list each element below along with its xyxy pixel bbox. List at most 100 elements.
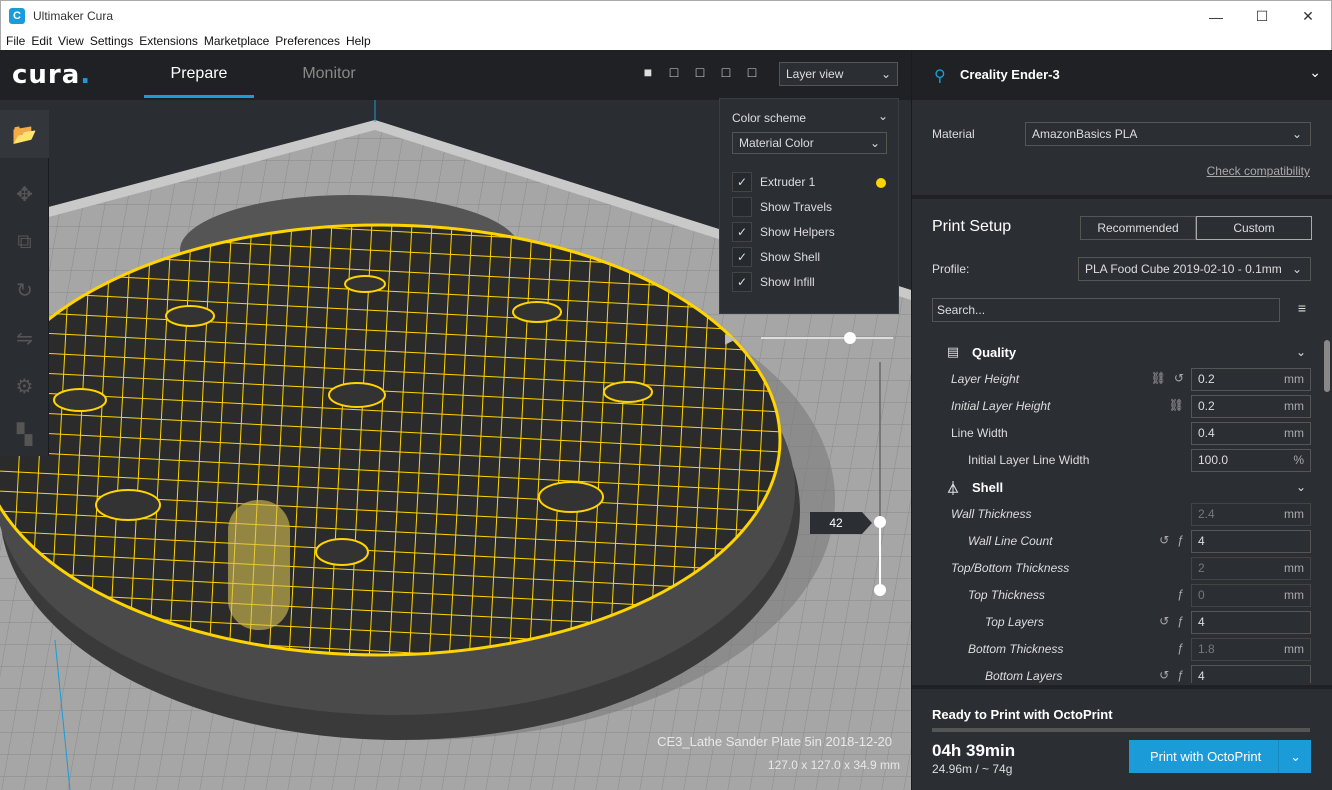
chevron-down-icon: ⌄ bbox=[1291, 262, 1302, 276]
layer-slider-lower-handle[interactable] bbox=[874, 584, 886, 596]
3d-view-icon[interactable]: ■ bbox=[640, 64, 656, 80]
chevron-down-icon[interactable]: ⌄ bbox=[1290, 740, 1301, 773]
setting-label: Top/Bottom Thickness bbox=[951, 561, 1070, 575]
wall-thickness-input[interactable]: 2.4 mm bbox=[1191, 503, 1311, 526]
menu-file[interactable]: File bbox=[3, 34, 28, 48]
option-show-helpers[interactable]: ✓ Show Helpers bbox=[732, 221, 835, 243]
path-slider-handle[interactable] bbox=[844, 332, 856, 344]
wall-line-count-input[interactable]: 4 bbox=[1191, 530, 1311, 553]
ready-status: Ready to Print with OctoPrint bbox=[932, 707, 1113, 722]
reset-icon[interactable]: ↺ bbox=[1174, 371, 1184, 385]
option-extruder-1[interactable]: ✓ Extruder 1 bbox=[732, 171, 815, 193]
per-model-settings-icon[interactable]: ⚙ bbox=[0, 362, 49, 410]
category-shell[interactable]: ⏃ Shell bbox=[942, 475, 1003, 499]
function-icon[interactable]: ƒ bbox=[1177, 587, 1184, 601]
chevron-down-icon[interactable]: ⌄ bbox=[1296, 480, 1306, 494]
print-time: 04h 39min bbox=[932, 741, 1016, 760]
settings-visibility-menu-icon[interactable]: ≡ bbox=[1298, 300, 1306, 316]
front-view-icon[interactable]: □ bbox=[666, 64, 682, 80]
reset-icon[interactable]: ↺ bbox=[1159, 614, 1169, 628]
function-icon[interactable]: ƒ bbox=[1177, 533, 1184, 547]
custom-mode-button[interactable]: Custom bbox=[1196, 216, 1312, 240]
setting-row: Bottom Thickness ƒ 1.8 mm bbox=[912, 636, 1324, 663]
current-layer-input[interactable]: 42 bbox=[810, 512, 872, 534]
line-width-input[interactable]: 0.4 mm bbox=[1191, 422, 1311, 445]
top-view-icon[interactable]: □ bbox=[692, 64, 708, 80]
reset-icon[interactable]: ↺ bbox=[1159, 668, 1169, 682]
bottom-thickness-input[interactable]: 1.8 mm bbox=[1191, 638, 1311, 661]
checkbox[interactable]: ✓ bbox=[732, 247, 752, 267]
check-compatibility-link[interactable]: Check compatibility bbox=[1207, 164, 1310, 178]
bottom-layers-input[interactable]: 4 bbox=[1191, 665, 1311, 683]
chevron-down-icon[interactable]: ⌄ bbox=[1296, 345, 1306, 359]
layer-view-panel: Color scheme ⌄ Material Color ⌄ ✓ Extruder… bbox=[719, 98, 899, 314]
settings-scrollbar[interactable] bbox=[1324, 340, 1330, 392]
setting-label: Wall Thickness bbox=[951, 507, 1032, 521]
menu-edit[interactable]: Edit bbox=[28, 34, 55, 48]
right-view-icon[interactable]: □ bbox=[744, 64, 760, 80]
cura-logo: cura. bbox=[12, 60, 92, 90]
option-show-infill[interactable]: ✓ Show Infill bbox=[732, 271, 815, 293]
reset-icon[interactable]: ↺ bbox=[1159, 533, 1169, 547]
collapse-chevron-icon[interactable]: ⌄ bbox=[878, 109, 888, 123]
menu-view[interactable]: View bbox=[55, 34, 87, 48]
link-icon[interactable]: ⛓ bbox=[1169, 398, 1184, 412]
maximize-button[interactable]: ☐ bbox=[1239, 1, 1285, 32]
menu-marketplace[interactable]: Marketplace bbox=[201, 34, 272, 48]
function-icon[interactable]: ƒ bbox=[1177, 614, 1184, 628]
view-type-select[interactable]: Layer view ⌄ bbox=[779, 62, 898, 86]
option-show-travels[interactable]: Show Travels bbox=[732, 196, 832, 218]
link-icon[interactable]: ⛓ bbox=[1151, 371, 1166, 385]
menu-help[interactable]: Help bbox=[343, 34, 374, 48]
setting-label: Top Layers bbox=[985, 615, 1044, 629]
play-icon[interactable]: ▶ bbox=[725, 330, 736, 347]
function-icon[interactable]: ƒ bbox=[1177, 668, 1184, 682]
settings-search-input[interactable]: Search... bbox=[932, 298, 1280, 322]
progress-bar bbox=[932, 728, 1310, 732]
scale-tool-icon[interactable]: ⧉ bbox=[0, 218, 49, 266]
initial-layer-line-width-input[interactable]: 100.0% bbox=[1191, 449, 1311, 472]
layer-slider-upper-handle[interactable] bbox=[874, 516, 886, 528]
layer-slider-range bbox=[879, 522, 881, 590]
printer-selector[interactable]: ⚲ Creality Ender-3 ⌄ bbox=[912, 50, 1332, 100]
checkbox[interactable]: ✓ bbox=[732, 172, 752, 192]
checkbox[interactable]: ✓ bbox=[732, 222, 752, 242]
option-show-shell[interactable]: ✓ Show Shell bbox=[732, 246, 820, 268]
top-thickness-input[interactable]: 0 mm bbox=[1191, 584, 1311, 607]
setting-row: Top Layers ↺ ƒ 4 bbox=[912, 609, 1324, 636]
material-select[interactable]: AmazonBasics PLA ⌄ bbox=[1025, 122, 1311, 146]
menu-settings[interactable]: Settings bbox=[87, 34, 136, 48]
quality-icon: ▤ bbox=[946, 344, 960, 359]
open-file-icon[interactable]: 📂 bbox=[0, 110, 49, 158]
move-tool-icon[interactable]: ✥ bbox=[0, 170, 49, 218]
mirror-tool-icon[interactable]: ⇋ bbox=[0, 314, 49, 362]
chevron-down-icon[interactable]: ⌄ bbox=[1309, 64, 1321, 81]
top-layers-input[interactable]: 4 bbox=[1191, 611, 1311, 634]
rotate-tool-icon[interactable]: ↻ bbox=[0, 266, 49, 314]
minimize-button[interactable]: — bbox=[1193, 1, 1239, 32]
left-toolbar: 📂 ✥ ⧉ ↻ ⇋ ⚙ ▚ bbox=[0, 110, 49, 456]
path-slider-track[interactable] bbox=[761, 337, 893, 339]
tab-monitor[interactable]: Monitor bbox=[274, 50, 384, 98]
checkbox[interactable]: ✓ bbox=[732, 272, 752, 292]
color-scheme-select[interactable]: Material Color ⌄ bbox=[732, 132, 887, 154]
function-icon[interactable]: ƒ bbox=[1177, 641, 1184, 655]
print-settings-panel: ⚲ Creality Ender-3 ⌄ Material AmazonBasi… bbox=[911, 50, 1332, 790]
left-view-icon[interactable]: □ bbox=[718, 64, 734, 80]
model-name: CE3_Lathe Sander Plate 5in 2018-12-20 bbox=[657, 734, 892, 749]
checkbox[interactable] bbox=[732, 197, 752, 217]
category-quality[interactable]: ▤ Quality bbox=[942, 340, 1016, 364]
print-with-octoprint-button[interactable]: Print with OctoPrint ⌄ bbox=[1129, 740, 1311, 773]
support-blocker-icon[interactable]: ▚ bbox=[0, 410, 49, 458]
initial-layer-height-input[interactable]: 0.2 mm bbox=[1191, 395, 1311, 418]
menu-preferences[interactable]: Preferences bbox=[272, 34, 343, 48]
menu-extensions[interactable]: Extensions bbox=[136, 34, 201, 48]
profile-select[interactable]: PLA Food Cube 2019-02-10 - 0.1mm ⌄ bbox=[1078, 257, 1311, 281]
layer-height-input[interactable]: 0.2 mm bbox=[1191, 368, 1311, 391]
tab-prepare[interactable]: Prepare bbox=[144, 50, 254, 98]
setting-label: Layer Height bbox=[951, 372, 1020, 386]
recommended-mode-button[interactable]: Recommended bbox=[1080, 216, 1196, 240]
divider bbox=[912, 195, 1332, 199]
close-button[interactable]: ✕ bbox=[1285, 1, 1331, 32]
top-bottom-thickness-input[interactable]: 2 mm bbox=[1191, 557, 1311, 580]
